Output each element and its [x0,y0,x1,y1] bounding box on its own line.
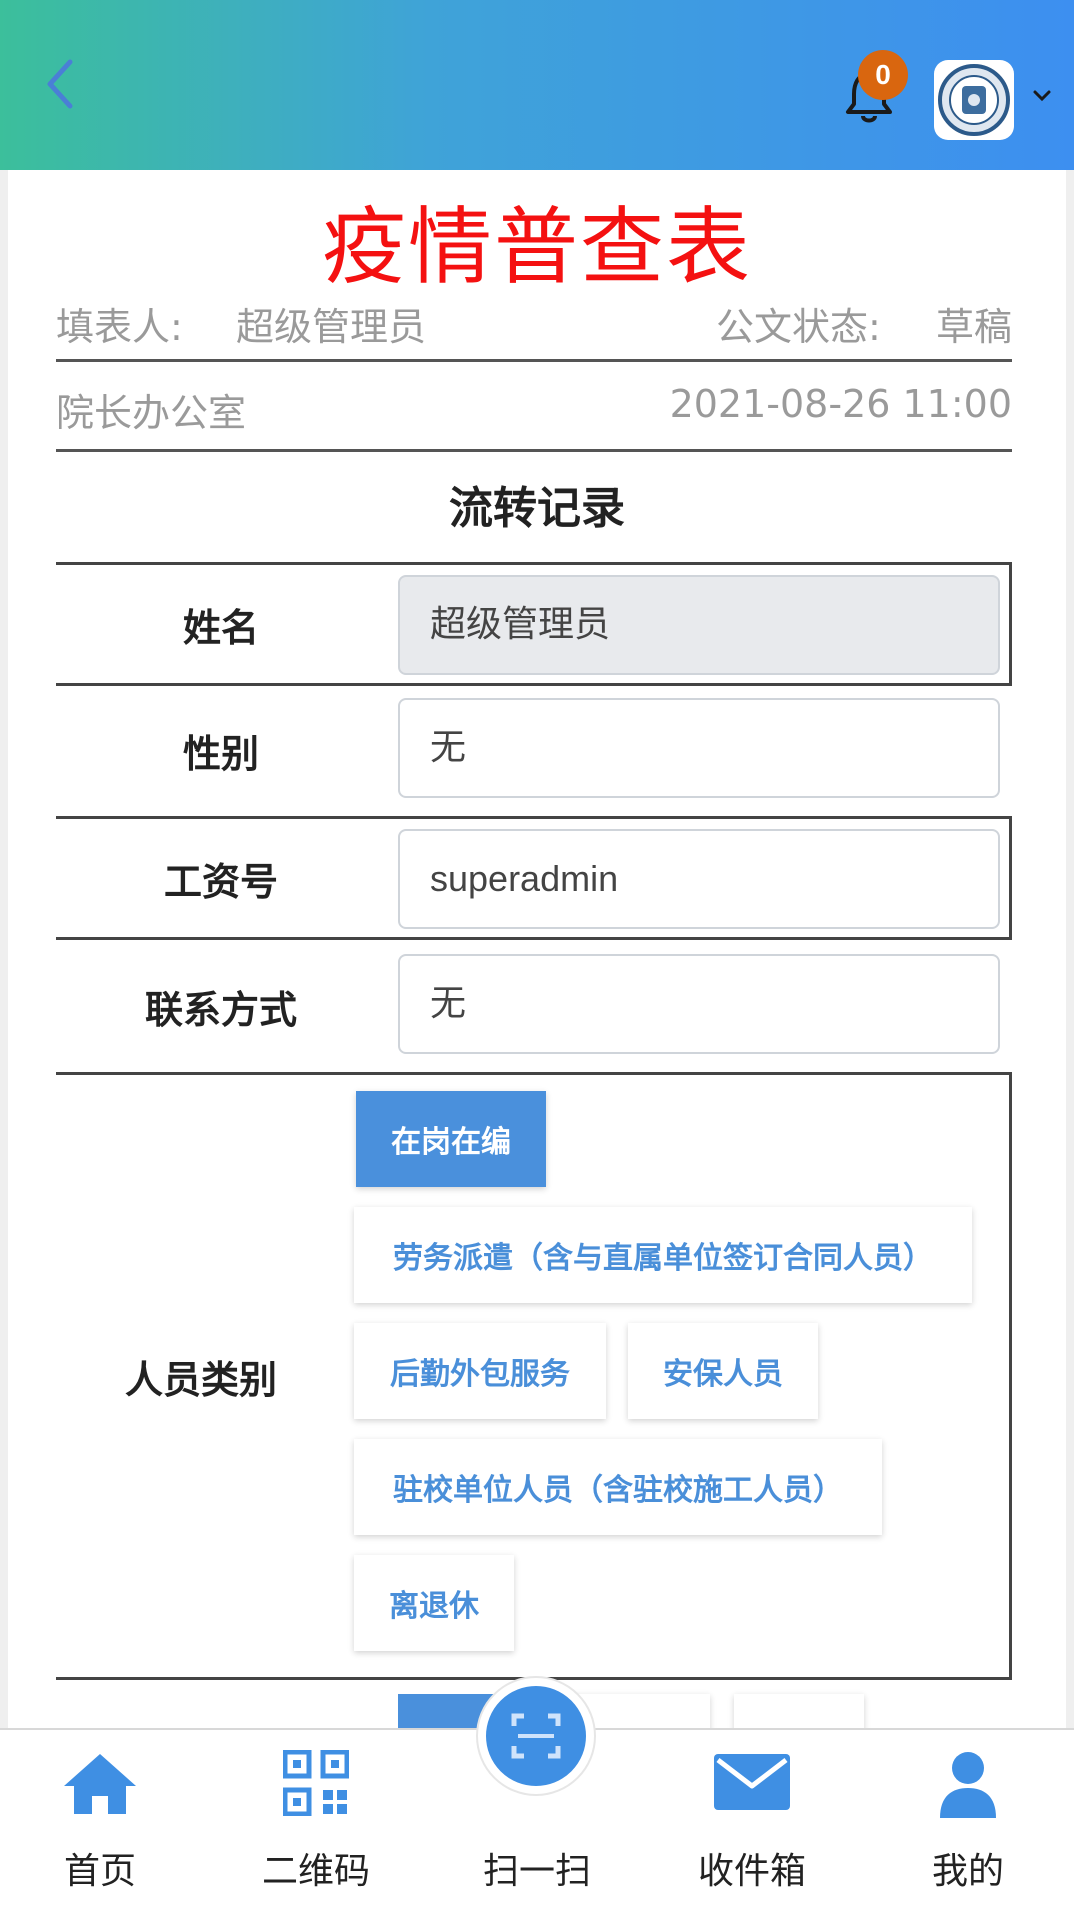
scan-button[interactable] [478,1678,594,1794]
name-label: 姓名 [182,605,259,650]
chevron-down-icon [1033,90,1051,102]
top-header: 0 [0,0,1074,170]
payroll-label: 工资号 [163,859,278,904]
category-option-resident-unit[interactable]: 驻校单位人员（含驻校施工人员） [354,1439,882,1535]
avatar[interactable] [934,60,1014,140]
nav-profile[interactable]: 我的 [888,1730,1048,1914]
mail-icon [714,1754,790,1810]
nav-qr-code-label: 二维码 [261,1851,370,1892]
category-option-dispatch[interactable]: 劳务派遣（含与直属单位签订合同人员） [354,1207,972,1303]
back-button[interactable] [36,52,86,116]
nav-inbox[interactable]: 收件箱 [672,1730,832,1914]
personnel-category-group: 人员类别 在岗在编 劳务派遣（含与直属单位签订合同人员） 后勤外包服务 安保人员… [56,1072,1012,1680]
status-value: 草稿 [935,305,1012,349]
nav-scan-label: 扫一扫 [482,1851,591,1892]
nav-qr-code[interactable]: 二维码 [236,1730,396,1914]
qr-code-icon [283,1750,349,1816]
form-row-gender: 性别 无 [56,688,1012,812]
user-icon [940,1752,996,1818]
form-row-name: 姓名 超级管理员 [56,562,1012,686]
nav-profile-label: 我的 [931,1851,1004,1892]
document-origin-row: 院长办公室 2021-08-26 11:00 [56,368,1012,452]
nav-home[interactable]: 首页 [20,1730,180,1914]
category-option-logistics[interactable]: 后勤外包服务 [354,1323,606,1419]
university-seal-logo [938,64,1010,136]
name-field[interactable]: 超级管理员 [398,575,1000,675]
category-option-onduty[interactable]: 在岗在编 [356,1091,546,1187]
gender-field[interactable]: 无 [398,698,1000,798]
gender-label: 性别 [182,731,259,776]
category-label: 人员类别 [124,1357,277,1402]
scan-icon [511,1713,561,1759]
filler-value: 超级管理员 [236,305,427,349]
department-name: 院长办公室 [56,391,247,435]
form-row-payroll: 工资号 superadmin [56,816,1012,940]
nav-inbox-label: 收件箱 [697,1851,806,1892]
category-option-security[interactable]: 安保人员 [628,1323,818,1419]
nav-home-label: 首页 [63,1851,136,1892]
chevron-left-icon [47,59,73,109]
payroll-number-field[interactable]: superadmin [398,829,1000,929]
home-icon [64,1754,136,1814]
form-row-contact: 联系方式 无 [56,944,1012,1068]
contact-field[interactable]: 无 [398,954,1000,1054]
document-meta-row: 填表人: 超级管理员 公文状态: 草稿 [56,282,1012,362]
category-option-retired[interactable]: 离退休 [354,1555,514,1651]
section-title: 流转记录 [449,483,625,534]
document-datetime: 2021-08-26 11:00 [669,382,1012,426]
notification-count-badge: 0 [858,50,908,100]
contact-label: 联系方式 [144,987,297,1032]
status-label: 公文状态: [716,305,881,349]
filler-label: 填表人: [56,305,183,349]
account-menu-toggle[interactable] [1030,84,1054,108]
